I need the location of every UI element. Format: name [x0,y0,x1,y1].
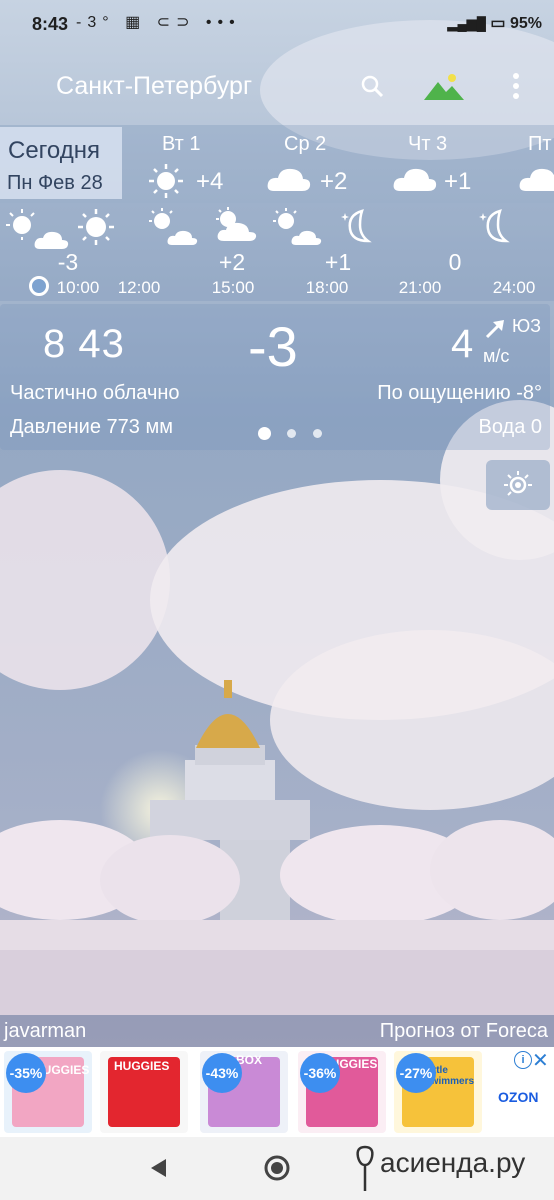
status-bar: 8:43 -3° ▦ ⊂⊃ ••• ▂▄▆█ ▭ 95% [0,0,554,50]
page-dot [312,429,322,439]
ad-close-icon[interactable]: ✕ [532,1048,549,1073]
wind-direction: ЮЗ [512,316,542,336]
status-temp: -3° [76,14,115,31]
moon-icon [479,209,510,243]
water-temp-text: Вода 0 [478,416,543,438]
ad-merchant[interactable]: OZON [498,1089,538,1105]
discount-badge: -43% [202,1053,242,1093]
site-watermark: асиенда.ру [380,1147,526,1178]
credits-bar: javarman Прогноз от Foreca [0,1015,554,1047]
sun-moon-button[interactable] [486,460,550,510]
hour-time: 15:00 [211,278,255,297]
hour-time: 24:00 [492,278,536,297]
home-icon[interactable] [263,1154,291,1182]
page-dot [287,429,297,439]
status-icons: -3° ▦ ⊂⊃ ••• [76,12,241,32]
condition-text: Частично облачно [10,382,180,404]
wind-direction-arrow-icon [485,320,504,339]
current-time-marker [29,276,49,296]
pressure-text: Давление 773 мм [10,416,173,438]
hour-temp: +2 [218,249,246,275]
signal-icon: ▂▄▆█ [447,16,486,31]
overflow-menu-icon[interactable] [498,68,534,104]
status-right: ▂▄▆█ ▭ 95% [448,13,542,33]
partly-cloudy-icon [273,208,322,245]
partly-cloudy-icon [6,209,69,249]
hour-time: 18:00 [305,278,349,297]
wind-speed: 4 [451,322,474,366]
current-conditions-card[interactable]: 8 43 -3 4 ЮЗ м/с Частично облачно По ощу… [0,304,550,450]
ad-banner[interactable]: HUGGIES -35% HUGGIES BOX -43% HUGGIES -3… [0,1047,554,1137]
day-item[interactable]: Вт 1 +4 [124,131,244,201]
day-temp: +4 [196,168,224,195]
ad-product[interactable]: HUGGIES -36% [298,1051,386,1133]
page-indicator [258,425,334,443]
hourly-forecast[interactable]: -3 +2 +1 0 10:00 12:00 15:00 18:00 21:00… [0,203,554,301]
product-brand: HUGGIES [114,1059,170,1073]
hour-temp: 0 [448,249,462,275]
cloud-sun-icon [216,207,257,241]
day-item[interactable]: Ср 2 +2 [262,131,382,201]
cloud-icon [393,168,437,191]
feels-like-text: По ощущению -8° [377,382,542,404]
day-name: Пт [528,133,552,155]
hour-time: 10:00 [56,278,100,297]
discount-badge: -27% [396,1053,436,1093]
app-toolbar: Санкт-Петербург [0,50,554,120]
today-date: Пн Фев 28 [7,172,103,194]
daily-forecast: Сегодня Пн Фев 28 Вт 1 +4 Ср 2 +2 Чт 3 +… [0,125,554,203]
ad-product[interactable]: HUGGIES [100,1051,188,1133]
status-time: 8:43 [32,14,69,34]
more-icon: ••• [205,14,241,31]
wind-unit: м/с [483,346,510,366]
watermark-logo-icon [356,1145,374,1191]
day-item[interactable]: Чт 3 +1 [386,131,506,201]
ad-info-icon[interactable]: i [514,1051,532,1069]
hour-temp: +1 [324,249,352,275]
ad-product[interactable]: HUGGIES -35% [4,1051,92,1133]
day-temp: +1 [444,168,472,195]
day-today[interactable]: Сегодня Пн Фев 28 [0,127,122,199]
battery-icon: ▭ [490,15,506,32]
ad-product[interactable]: Little Swimmers -27% [394,1051,482,1133]
current-time: 8 43 [43,322,125,366]
search-icon[interactable] [354,68,390,104]
discount-badge: -36% [300,1053,340,1093]
page-dot-active [258,427,271,441]
landscape-icon[interactable] [424,68,464,104]
hour-time: 21:00 [398,278,442,297]
sun-icon [78,209,114,245]
discount-badge: -35% [6,1053,46,1093]
day-item[interactable]: Пт [510,131,554,201]
back-icon[interactable] [148,1157,170,1179]
cloud-icon [519,168,554,191]
today-label: Сегодня [8,137,100,164]
ad-product[interactable]: BOX -43% [200,1051,288,1133]
cloud-icon [267,168,311,191]
current-temp: -3 [248,315,298,378]
sun-icon [149,164,183,198]
partly-cloudy-icon [149,208,198,245]
link-icon: ⊂⊃ [156,14,196,31]
system-nav-bar: асиенда.ру [0,1137,554,1200]
hour-time: 12:00 [117,278,161,297]
forecast-provider[interactable]: Прогноз от Foreca [380,1020,548,1043]
battery-level: 95% [509,15,542,32]
photo-author[interactable]: javarman [4,1020,86,1043]
moon-icon [341,209,372,243]
hour-temp: -3 [57,249,79,275]
sun-moon-icon [504,471,532,496]
calendar-icon: ▦ [125,14,147,31]
city-title[interactable]: Санкт-Петербург [56,72,252,101]
day-temp: +2 [320,168,348,195]
